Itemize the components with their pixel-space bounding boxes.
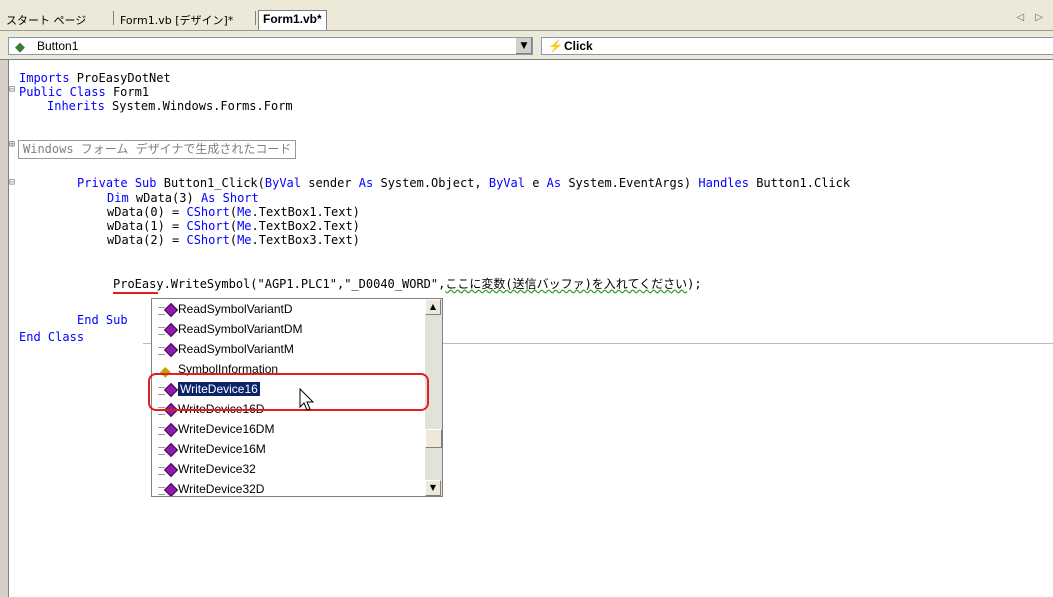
intellisense-item-label: ReadSymbolVariantD xyxy=(178,302,293,316)
method-icon xyxy=(156,300,179,319)
event-icon: ⚡ xyxy=(548,39,563,53)
intellisense-item[interactable]: ReadSymbolVariantDM xyxy=(156,320,419,339)
class-icon: ◆ xyxy=(15,39,25,54)
code-line-inherits: Inherits System.Windows.Forms.Form xyxy=(47,99,293,113)
code-line-wdata0: wData(0) = CShort(Me.TextBox1.Text) xyxy=(107,205,360,219)
tab-start-page[interactable]: スタート ページ xyxy=(6,12,86,28)
mouse-pointer-icon xyxy=(299,388,315,411)
method-icon xyxy=(156,320,179,339)
method-icon xyxy=(156,440,179,459)
method-icon xyxy=(156,340,179,359)
method-icon xyxy=(156,460,179,479)
code-line-class: Public Class Form1 xyxy=(19,85,150,99)
code-line-wdata1: wData(1) = CShort(Me.TextBox2.Text) xyxy=(107,219,360,233)
scroll-down-icon[interactable]: ▼ xyxy=(425,480,441,496)
intellisense-item[interactable]: WriteDevice32 xyxy=(156,460,419,479)
document-tab-strip: スタート ページ Form1.vb [デザイン]* Form1.vb* ◁ ▷ xyxy=(0,0,1053,31)
scroll-up-icon[interactable]: ▲ xyxy=(425,299,441,315)
fold-expand-icon[interactable]: ⊞ xyxy=(9,139,15,150)
code-line-imports: Imports ProEasyDotNet xyxy=(19,71,171,85)
intellisense-item[interactable]: WriteDevice16M xyxy=(156,440,419,459)
intellisense-item[interactable]: WriteDevice16DM xyxy=(156,420,419,439)
code-line-sub: Private Sub Button1_Click(ByVal sender A… xyxy=(77,176,851,190)
intellisense-item-label: WriteDevice32 xyxy=(178,462,256,476)
scroll-thumb[interactable] xyxy=(425,429,442,448)
tab-separator xyxy=(113,11,114,25)
method-icon xyxy=(156,420,179,439)
annotation-highlight-ring xyxy=(148,373,429,411)
tab-form1-code[interactable]: Form1.vb* xyxy=(258,10,327,30)
code-line-end-sub: End Sub xyxy=(77,313,128,327)
fold-collapse-icon[interactable]: ⊟ xyxy=(9,177,15,188)
code-line-dim: Dim wData(3) As Short xyxy=(107,191,259,205)
code-line-wdata2: wData(2) = CShort(Me.TextBox3.Text) xyxy=(107,233,360,247)
code-line-writesymbol: ProEasy.WriteSymbol("AGP1.PLC1","_D0040_… xyxy=(113,277,702,291)
intellisense-item-label: ReadSymbolVariantDM xyxy=(178,322,303,336)
annotation-underline xyxy=(113,292,158,294)
code-line-end-class: End Class xyxy=(19,330,85,344)
navigation-bar: ◆ Button1 ▼ ⚡ Click xyxy=(0,31,1053,60)
tab-separator xyxy=(255,11,256,25)
event-combo-value: Click xyxy=(564,39,593,53)
intellisense-item-label: WriteDevice16M xyxy=(178,442,266,456)
intellisense-item[interactable]: WriteDevice32D xyxy=(156,480,419,496)
intellisense-item[interactable]: ReadSymbolVariantM xyxy=(156,340,419,359)
object-combo-value: Button1 xyxy=(37,39,79,53)
intellisense-item[interactable]: ReadSymbolVariantD xyxy=(156,300,419,319)
object-combo[interactable]: ◆ Button1 ▼ xyxy=(8,37,533,55)
tab-form1-designer[interactable]: Form1.vb [デザイン]* xyxy=(120,12,233,28)
tab-scroll-arrows-icon[interactable]: ◁ ▷ xyxy=(1016,12,1047,23)
collapsed-region[interactable]: Windows フォーム デザイナで生成されたコード xyxy=(18,140,297,159)
event-combo[interactable]: ⚡ Click xyxy=(541,37,1053,55)
fold-collapse-icon[interactable]: ⊟ xyxy=(9,84,15,95)
intellisense-item-label: ReadSymbolVariantM xyxy=(178,342,294,356)
method-icon xyxy=(156,480,179,496)
intellisense-item-label: WriteDevice32D xyxy=(178,482,265,496)
intellisense-item-label: WriteDevice16DM xyxy=(178,422,275,436)
chevron-down-icon[interactable]: ▼ xyxy=(515,38,532,54)
